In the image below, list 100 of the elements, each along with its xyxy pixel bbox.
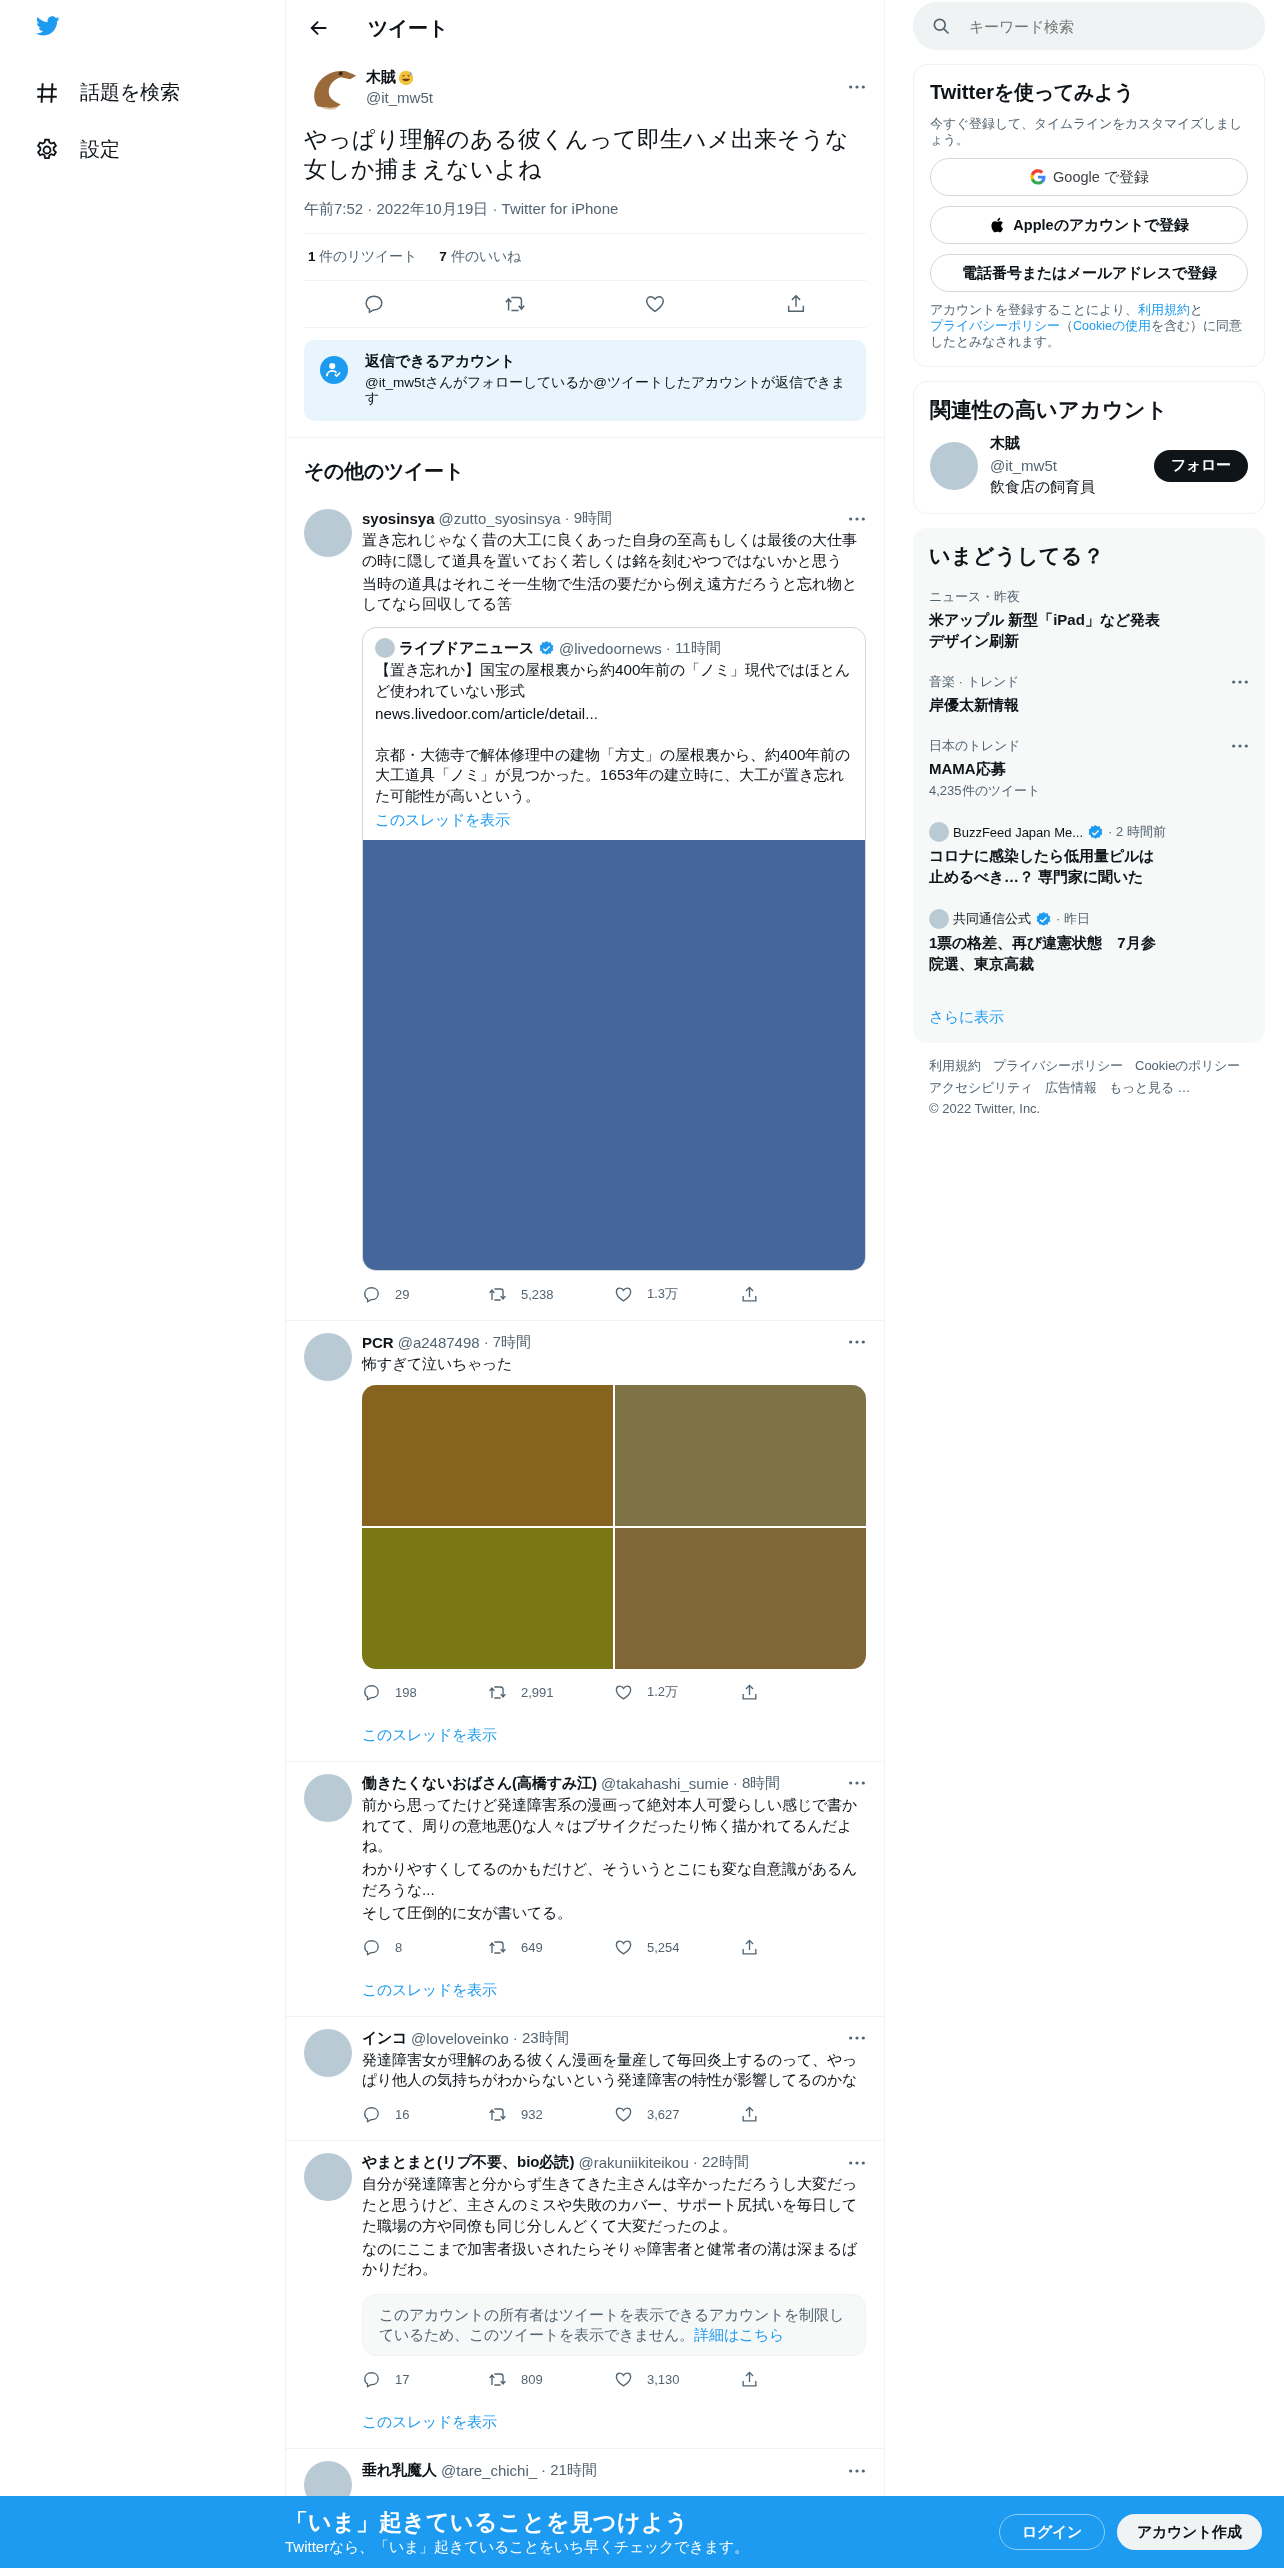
- footer-link[interactable]: Cookieのポリシー: [1135, 1057, 1241, 1075]
- heart-icon[interactable]: [614, 2370, 633, 2390]
- news-source[interactable]: 共同通信公式: [953, 910, 1031, 928]
- retweet-count[interactable]: 1 件のリツイート: [308, 248, 418, 266]
- share-icon[interactable]: [740, 2105, 759, 2125]
- card-title: 関連性の高いアカウント: [930, 397, 1169, 423]
- trend-context: 音楽 · トレンド: [929, 673, 1019, 691]
- tweet-text: 置き忘れじゃなく昔の大工に良くあった自身の至高もしくは最後の大仕事の時に隠して道具を置いておく若しくは銘を刻むやつではないかと思う: [362, 530, 858, 571]
- more-icon[interactable]: [848, 2159, 866, 2166]
- user-handle[interactable]: @takahashi_sumie: [601, 1774, 729, 1792]
- tweet-time[interactable]: · 8時間: [732, 1773, 781, 1793]
- tweet-time[interactable]: · 23時間: [512, 2028, 569, 2048]
- tweet-time[interactable]: · 21時間: [541, 2461, 597, 2481]
- trend-title[interactable]: MAMA応募: [929, 758, 1165, 779]
- tweet-text: そして圧倒的に女が書いてる。: [362, 1902, 573, 1923]
- reply-icon[interactable]: [362, 2105, 381, 2125]
- reply-icon[interactable]: [362, 1682, 381, 1702]
- user-handle[interactable]: @a2487498: [397, 1333, 480, 1351]
- follow-button[interactable]: フォロー: [1154, 449, 1248, 482]
- share-icon[interactable]: [740, 1284, 759, 1304]
- tweet-time[interactable]: · 22時間: [692, 2153, 749, 2173]
- like-count[interactable]: 7 件のいいね: [439, 248, 521, 266]
- news-source[interactable]: BuzzFeed Japan Me...: [953, 824, 1084, 840]
- user-handle[interactable]: @it_mw5t: [366, 89, 848, 106]
- tweet-text: わかりやすくしてるのかもだけど、そういうとこにも変な自意識があるんだろうな...: [362, 1859, 858, 1900]
- user-handle[interactable]: @zutto_syosinsya: [438, 510, 561, 527]
- reply-icon[interactable]: [362, 1284, 381, 1304]
- tweet-time[interactable]: · 11時間: [665, 638, 721, 658]
- news-time: · 昨日: [1056, 910, 1090, 928]
- heart-icon[interactable]: [614, 2105, 633, 2125]
- like-count: 3,627: [647, 2107, 680, 2123]
- user-name[interactable]: インコ: [362, 2028, 407, 2048]
- more-icon[interactable]: [848, 1339, 866, 1346]
- trend-title[interactable]: 岸優太新情報: [929, 694, 1165, 715]
- signup-button[interactable]: Google で登録: [930, 158, 1248, 196]
- twitter-logo-icon[interactable]: [34, 14, 62, 38]
- like-count: 1.3万: [647, 1285, 679, 1304]
- nav-item[interactable]: 設定: [34, 121, 120, 178]
- notice-title: 返信できるアカウント: [365, 352, 516, 371]
- tweet-text: 当時の道具はそれこそ一生物で生活の要だから例え遠方だろうと忘れ物としてなら回収してる筈: [362, 573, 858, 615]
- user-handle[interactable]: @rakuniikiteikou: [578, 2154, 689, 2172]
- tweet-time[interactable]: · 9時間: [564, 509, 612, 528]
- quoted-text: 京都・大徳寺で解体修理中の建物「方丈」の屋根裏から、約400年前の大工道具「ノミ」が見つかった。1653年の建立時に、大工が置き忘れた可能性が高いという。: [375, 744, 852, 807]
- share-icon[interactable]: [740, 1937, 759, 1957]
- user-name[interactable]: やまとまと(リプ不要、bio必読): [362, 2153, 575, 2173]
- tweet-text: 前から思ってたけど発達障害系の漫画って絶対本人可愛らしい感じで書かれてて、周りの意地悪()な人々はブサイクだったり怖く描かれてるんだよね。: [362, 1794, 858, 1857]
- more-icon[interactable]: [848, 1780, 866, 1787]
- heart-icon[interactable]: [644, 293, 667, 315]
- more-icon[interactable]: [848, 84, 866, 90]
- user-handle[interactable]: @loveloveinko: [411, 2029, 509, 2047]
- footer-link[interactable]: 広告情報: [1045, 1079, 1097, 1097]
- user-name[interactable]: 木賊: [990, 434, 1142, 453]
- more-icon[interactable]: [1231, 679, 1249, 685]
- user-name[interactable]: 働きたくないおばさん(高橋すみ江): [362, 1773, 597, 1793]
- more-icon[interactable]: [1231, 743, 1249, 749]
- tweet-text: やっぱり理解のある彼くんって即生ハメ出来そうな女しか捕まえないよね: [304, 125, 850, 184]
- notice-text: このアカウントの所有者はツイートを表示できるアカウントを制限しているため、このツイートを表示できません。詳細はこちら: [379, 2306, 844, 2344]
- user-name[interactable]: ライブドアニュース: [399, 638, 534, 658]
- user-name[interactable]: syosinsya: [362, 510, 435, 527]
- avatar: [929, 909, 949, 929]
- retweet-count: 809: [521, 2372, 543, 2388]
- user-name[interactable]: PCR: [362, 1333, 394, 1351]
- quoted-tweet[interactable]: ライブドアニュース @livedoornews · 11時間 【置き忘れか】国宝の屋根裏から約400年前の「ノミ」現代ではほとんど使われていない形式 news.livedoor.com/article/detail... 京都・大徳寺で解体修理中の建物「方丈」の屋根裏から、約400年前の大工道具「ノミ」が見つかった。1653年の建立時に、大工が置き忘れた可能性が高いという。 このスレッドを表示: [362, 627, 866, 1271]
- news-title[interactable]: 1票の格差、再び違憲状態 7月参院選、東京高裁: [929, 932, 1165, 974]
- banner-subtitle: Twitterなら、「いま」起きていることをいち早くチェックできます。: [285, 2538, 751, 2557]
- more-icon[interactable]: [848, 2035, 866, 2042]
- footer-link[interactable]: プライバシーポリシー: [993, 1057, 1123, 1075]
- user-handle[interactable]: @tare_chichi_: [441, 2462, 538, 2480]
- more-icon[interactable]: [848, 515, 866, 522]
- reply-count: 198: [395, 1684, 417, 1700]
- reply-icon[interactable]: [362, 1937, 381, 1957]
- user-handle[interactable]: @livedoornews: [559, 639, 662, 657]
- footer-link[interactable]: 利用規約: [929, 1057, 981, 1075]
- search-field[interactable]: キーワード検索: [913, 2, 1265, 50]
- google-icon: [1029, 168, 1048, 186]
- reply-icon[interactable]: [362, 2370, 381, 2390]
- search-icon: [931, 16, 951, 36]
- like-count: 1.2万: [647, 1683, 679, 1702]
- tweet-time[interactable]: · 7時間: [483, 1332, 532, 1352]
- signup-button[interactable]: アカウント作成: [1117, 2514, 1262, 2550]
- signup-button[interactable]: 電話番号またはメールアドレスで登録: [930, 254, 1248, 292]
- footer-link[interactable]: アクセシビリティ: [929, 1079, 1033, 1097]
- nav-item[interactable]: 話題を検索: [34, 64, 180, 121]
- share-icon[interactable]: [740, 1682, 759, 1702]
- footer-link[interactable]: もっと見る …: [1109, 1079, 1191, 1097]
- retweet-count: 5,238: [521, 1286, 554, 1302]
- like-count: 3,130: [647, 2372, 680, 2388]
- trend-context: 日本のトレンド: [929, 737, 1020, 755]
- signup-button[interactable]: Appleのアカウントで登録: [930, 206, 1248, 244]
- user-name[interactable]: 垂れ乳魔人: [362, 2461, 437, 2481]
- retweet-count: 932: [521, 2107, 543, 2123]
- more-icon[interactable]: [848, 2467, 866, 2474]
- news-title[interactable]: コロナに感染したら低用量ピルは止めるべき…？ 専門家に聞いた: [929, 845, 1165, 887]
- trend-context: ニュース・昨夜: [929, 588, 1020, 606]
- tweet-count: 4,235件のツイート: [929, 782, 1041, 800]
- share-icon[interactable]: [740, 2370, 759, 2390]
- user-handle[interactable]: @it_mw5t: [990, 457, 1142, 474]
- section-heading: その他のツイート: [286, 437, 884, 497]
- trend-title[interactable]: 米アップル 新型「iPad」など発表デザイン刷新: [929, 609, 1165, 651]
- user-name[interactable]: 木賊: [366, 68, 396, 87]
